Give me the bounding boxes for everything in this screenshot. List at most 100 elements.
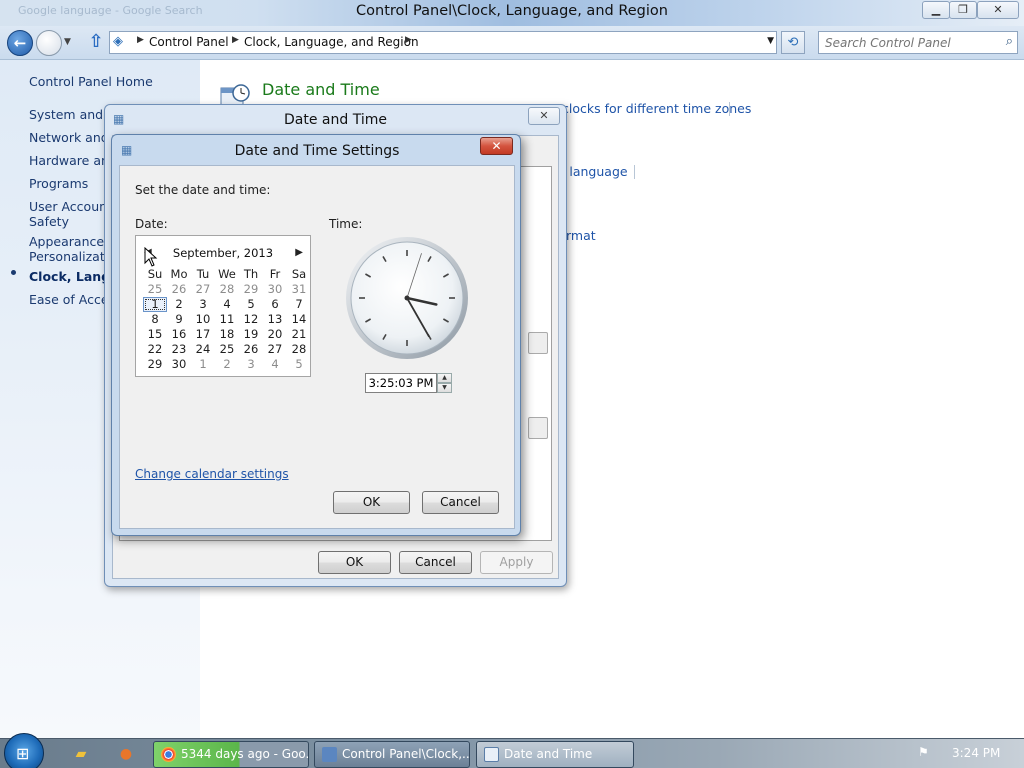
search-input[interactable] (825, 35, 993, 51)
display-language-link[interactable]: y language (558, 164, 628, 179)
calendar-day[interactable]: 5 (239, 297, 263, 311)
taskbar-chrome-window[interactable]: 5344 days ago - Goo... (153, 741, 309, 768)
calendar-day[interactable]: 26 (167, 282, 191, 296)
address-dropdown-icon[interactable]: ▼ (767, 36, 774, 46)
firefox-icon[interactable]: ● (112, 742, 140, 766)
calendar-day[interactable]: 14 (287, 312, 310, 326)
calendar-day[interactable]: 12 (239, 312, 263, 326)
add-clocks-link[interactable]: clocks for different time zones (562, 101, 751, 116)
explorer-icon[interactable]: ▰ (67, 742, 95, 766)
close-button[interactable]: ✕ (528, 107, 560, 125)
start-button[interactable]: ⊞ (4, 733, 44, 768)
history-dropdown-icon[interactable]: ▼ (64, 37, 71, 47)
time-input[interactable] (366, 375, 436, 391)
calendar-day[interactable]: 1 (143, 297, 167, 312)
calendar-day[interactable]: 4 (263, 357, 287, 371)
calendar-day[interactable]: 13 (263, 312, 287, 326)
change-calendar-settings-link[interactable]: Change calendar settings (135, 467, 289, 481)
calendar-day[interactable]: 10 (191, 312, 215, 326)
search-box[interactable]: ⌕ (818, 31, 1018, 54)
calendar-day[interactable]: 3 (191, 297, 215, 311)
calendar-day[interactable]: 30 (167, 357, 191, 371)
chevron-right-icon[interactable]: ▶ (405, 35, 412, 45)
minimize-button[interactable]: ▁ (922, 1, 950, 19)
calendar-day[interactable]: 26 (239, 342, 263, 356)
calendar-day[interactable]: 16 (167, 327, 191, 341)
calendar-day[interactable]: 9 (167, 312, 191, 326)
calendar-day[interactable]: 7 (287, 297, 310, 311)
time-field[interactable] (365, 373, 437, 393)
forward-button[interactable] (36, 30, 62, 56)
cancel-button[interactable]: Cancel (422, 491, 499, 514)
nav-programs[interactable]: Programs (29, 176, 88, 191)
ok-button[interactable]: OK (318, 551, 391, 574)
taskbar-date-time-window[interactable]: Date and Time (476, 741, 634, 768)
week-number: 7 (136, 357, 139, 371)
calendar-day[interactable]: 17 (191, 327, 215, 341)
spin-up-icon[interactable]: ▲ (437, 373, 452, 383)
chevron-right-icon[interactable]: ▶ (137, 35, 144, 45)
calendar-day[interactable]: 4 (215, 297, 239, 311)
calendar-day[interactable]: 20 (263, 327, 287, 341)
calendar-day[interactable]: 28 (215, 282, 239, 296)
breadcrumb-clock-language-region[interactable]: Clock, Language, and Region (244, 35, 419, 49)
calendar-day[interactable]: 2 (215, 357, 239, 371)
change-format-link[interactable]: rmat (566, 228, 596, 243)
chevron-right-icon[interactable]: ▶ (232, 35, 239, 45)
calendar-day[interactable]: 19 (239, 327, 263, 341)
calendar-day[interactable]: 8 (143, 312, 167, 326)
cancel-button[interactable]: Cancel (399, 551, 472, 574)
calendar-day[interactable]: 11 (215, 312, 239, 326)
taskbar-button-label: 5344 days ago - Goo... (181, 747, 309, 761)
calendar-day[interactable]: 21 (287, 327, 310, 341)
change-time-zone-button[interactable] (528, 417, 548, 439)
calendar-month-title[interactable]: September, 2013 (136, 246, 310, 260)
weekday-label: Th (243, 267, 259, 281)
calendar-day[interactable]: 29 (239, 282, 263, 296)
nav-control-panel-home[interactable]: Control Panel Home (29, 74, 153, 89)
apply-button[interactable]: Apply (480, 551, 553, 574)
back-button[interactable]: ← (7, 30, 33, 56)
calendar-day[interactable]: 28 (287, 342, 310, 356)
next-month-icon[interactable]: ▶ (295, 247, 303, 258)
up-arrow-icon[interactable]: ⇧ (86, 31, 106, 53)
calendar-day[interactable]: 25 (143, 282, 167, 296)
nav-user-accounts-line2[interactable]: Safety (29, 214, 69, 229)
calendar-day[interactable]: 24 (191, 342, 215, 356)
category-title[interactable]: Date and Time (262, 80, 380, 99)
chrome-icon (161, 747, 176, 762)
taskbar-clock[interactable]: 3:24 PM (952, 746, 1000, 760)
spin-down-icon[interactable]: ▼ (437, 383, 452, 393)
calendar-day[interactable]: 1 (191, 357, 215, 371)
taskbar-control-panel-window[interactable]: Control Panel\Clock,... (314, 741, 470, 768)
calendar-day[interactable]: 2 (167, 297, 191, 311)
calendar-day[interactable]: 30 (263, 282, 287, 296)
calendar-day[interactable]: 27 (191, 282, 215, 296)
calendar-day[interactable]: 23 (167, 342, 191, 356)
calendar-day[interactable]: 31 (287, 282, 310, 296)
calendar-day[interactable]: 3 (239, 357, 263, 371)
refresh-icon[interactable]: ⟲ (781, 31, 805, 54)
calendar-day[interactable]: 27 (263, 342, 287, 356)
address-bar[interactable]: ◈ ▶ Control Panel ▶ Clock, Language, and… (109, 31, 777, 54)
change-date-time-button[interactable] (528, 332, 548, 354)
control-panel-icon (322, 747, 337, 762)
calendar-day[interactable]: 18 (215, 327, 239, 341)
calendar-day[interactable]: 5 (287, 357, 310, 371)
restore-button[interactable]: ❐ (949, 1, 977, 19)
calendar-day[interactable]: 15 (143, 327, 167, 341)
search-icon[interactable]: ⌕ (1006, 34, 1013, 49)
breadcrumb-control-panel[interactable]: Control Panel (149, 35, 229, 49)
weekday-label: We (218, 267, 236, 281)
ok-button[interactable]: OK (333, 491, 410, 514)
calendar-day[interactable]: 6 (263, 297, 287, 311)
close-button[interactable]: ✕ (480, 137, 513, 155)
windows-logo-icon: ⊞ (16, 744, 30, 763)
calendar-day[interactable]: 25 (215, 342, 239, 356)
time-spinner[interactable]: ▲ ▼ (437, 373, 452, 393)
calendar-day[interactable]: 29 (143, 357, 167, 371)
close-button[interactable]: ✕ (977, 1, 1019, 19)
month-calendar[interactable]: ◀ September, 2013 ▶ a Su Mo Tu We Th Fr … (135, 235, 311, 377)
action-center-flag-icon[interactable]: ⚑ (918, 745, 929, 759)
calendar-day[interactable]: 22 (143, 342, 167, 356)
